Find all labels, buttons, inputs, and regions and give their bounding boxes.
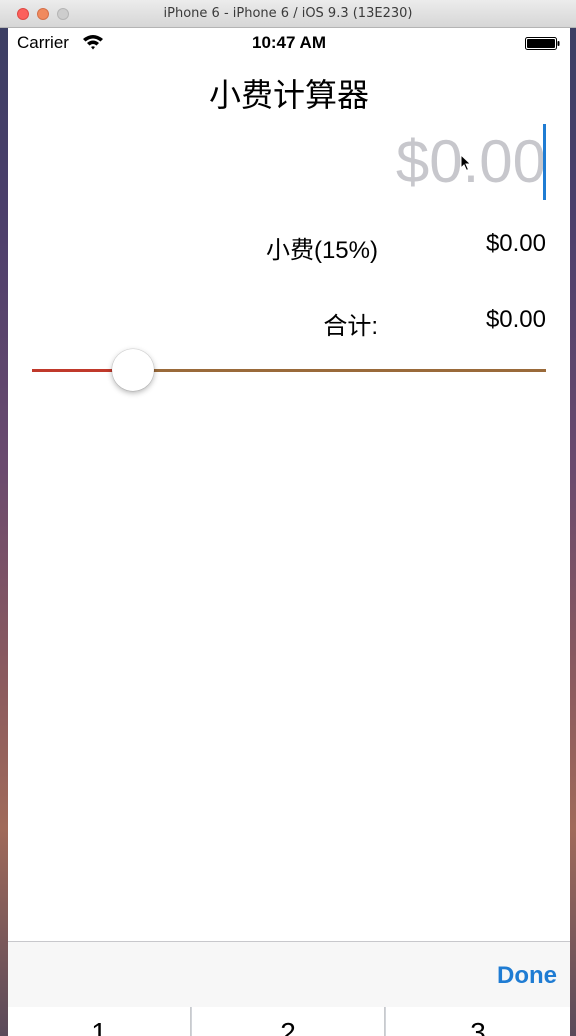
key-label: 2: [280, 1017, 296, 1036]
key-1[interactable]: 1: [8, 1007, 191, 1036]
battery-icon: [525, 37, 560, 50]
key-label: 3: [470, 1017, 486, 1036]
key-3[interactable]: 3: [386, 1007, 570, 1036]
status-bar: Carrier 10:47 AM: [8, 28, 570, 58]
slider-max-track: [124, 369, 546, 372]
simulator-screen: Carrier 10:47 AM 小费计算器 $0.00 小费(15%) $0.…: [8, 28, 570, 1036]
total-value: $0.00: [485, 306, 546, 333]
done-button[interactable]: Done: [497, 962, 557, 990]
key-2[interactable]: 2: [192, 1007, 385, 1036]
text-cursor: [543, 124, 546, 200]
mouse-pointer-icon: [460, 154, 472, 172]
key-label: 1: [91, 1017, 107, 1036]
tip-value: $0.00: [485, 230, 546, 257]
bill-amount-input[interactable]: $0.00: [308, 124, 546, 200]
slider-thumb[interactable]: [111, 349, 154, 391]
keyboard-toolbar: Done: [8, 941, 570, 1007]
tip-label: 小费(15%): [265, 237, 378, 264]
window-titlebar: iPhone 6 - iPhone 6 / iOS 9.3 (13E230): [0, 0, 576, 28]
app-title: 小费计算器: [208, 77, 369, 113]
slider-min-track: [32, 369, 125, 372]
status-time: 10:47 AM: [251, 33, 326, 52]
total-label: 合计:: [323, 313, 378, 340]
tip-slider[interactable]: [32, 348, 546, 394]
window-title: iPhone 6 - iPhone 6 / iOS 9.3 (13E230): [163, 6, 413, 21]
number-keypad: 1 2 3: [8, 1007, 570, 1036]
